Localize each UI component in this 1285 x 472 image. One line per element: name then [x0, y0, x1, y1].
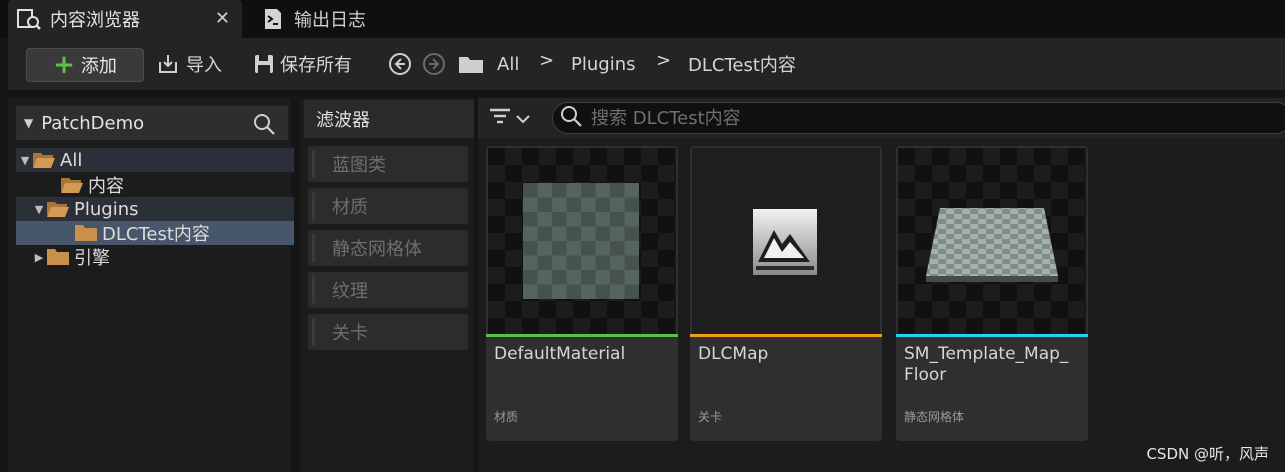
folder-icon	[74, 224, 98, 242]
chevron-down-icon[interactable]: ▼	[32, 203, 46, 216]
tree-item-label: 内容	[88, 176, 124, 197]
material-preview-icon	[523, 183, 639, 299]
asset-name: DLCMap	[698, 344, 769, 364]
filter-panel: 滤波器 蓝图类 材质 静态网格体 纹理 关卡	[300, 98, 474, 472]
asset-type-color-bar	[896, 334, 1088, 337]
add-button[interactable]: + 添加	[26, 48, 144, 82]
tree-item-label: DLCTest内容	[102, 224, 210, 245]
filter-level[interactable]: 关卡	[308, 314, 468, 350]
asset-card-dlcmap[interactable]: DLCMap 关卡	[690, 146, 882, 441]
asset-type-color-bar	[690, 334, 882, 337]
chevron-down-icon[interactable]: ▼	[18, 154, 32, 167]
forward-button[interactable]	[422, 50, 452, 78]
output-log-icon	[260, 6, 286, 32]
tab-bar: 内容浏览器 ✕ 输出日志	[0, 0, 1285, 38]
chevron-down-icon[interactable]: ▼	[24, 116, 33, 130]
asset-view: DefaultMaterial 材质 DLCMap 关卡	[478, 98, 1285, 472]
forward-arrow-icon	[422, 52, 446, 76]
chevron-right-icon[interactable]: ▶	[32, 251, 46, 264]
tree-item-plugins[interactable]: ▼ Plugins	[16, 197, 294, 221]
breadcrumb-all[interactable]: All	[497, 50, 519, 78]
project-name: PatchDemo	[41, 112, 145, 134]
tree-item-engine[interactable]: ▶ 引擎	[16, 245, 294, 269]
tree-item-all[interactable]: ▼ All	[16, 148, 294, 172]
folder-root-button[interactable]	[458, 50, 490, 78]
folder-icon	[458, 54, 484, 74]
save-all-button[interactable]: 保存所有	[254, 50, 352, 78]
tree-item-label: All	[60, 149, 83, 171]
import-label: 导入	[186, 55, 222, 76]
asset-card-default-material[interactable]: DefaultMaterial 材质	[486, 146, 678, 441]
filter-label: 纹理	[332, 281, 368, 302]
asset-card-sm-template-floor[interactable]: SM_Template_Map_ Floor 静态网格体	[896, 146, 1088, 441]
back-arrow-icon	[388, 52, 412, 76]
folder-open-icon	[46, 200, 70, 218]
asset-search-bar	[478, 98, 1285, 138]
chevron-right-icon[interactable]: >	[539, 50, 554, 71]
breadcrumb-plugins[interactable]: Plugins	[571, 50, 635, 78]
asset-thumbnail	[898, 148, 1086, 334]
filter-label: 材质	[332, 197, 368, 218]
filter-material[interactable]: 材质	[308, 188, 468, 224]
asset-search-field[interactable]	[552, 102, 1285, 134]
filter-blueprint[interactable]: 蓝图类	[308, 146, 468, 182]
chevron-right-icon[interactable]: >	[656, 50, 671, 71]
save-all-label: 保存所有	[280, 55, 352, 76]
add-label: 添加	[80, 56, 117, 77]
tree-header[interactable]: ▼ PatchDemo	[16, 106, 288, 140]
asset-name: SM_Template_Map_ Floor	[904, 344, 1069, 385]
filter-static-mesh[interactable]: 静态网格体	[308, 230, 468, 266]
filter-title: 滤波器	[304, 100, 474, 138]
sources-panel: ▼ PatchDemo ▼ All 内容 ▼ Plugins DLCTest内容…	[8, 98, 294, 472]
static-mesh-floor-icon	[922, 204, 1062, 292]
breadcrumb-label: DLCTest内容	[688, 55, 796, 76]
asset-thumbnail	[488, 148, 676, 334]
content-browser-icon	[16, 6, 42, 32]
tree-item-content[interactable]: 内容	[16, 173, 294, 197]
asset-type: 关卡	[698, 410, 723, 424]
asset-type-color-bar	[486, 334, 678, 337]
filter-texture[interactable]: 纹理	[308, 272, 468, 308]
tree-item-label: Plugins	[74, 198, 139, 220]
plus-icon: +	[53, 50, 75, 80]
breadcrumb-label: All	[497, 53, 520, 75]
asset-type: 材质	[494, 410, 519, 424]
filter-label: 蓝图类	[332, 155, 386, 176]
chevron-down-icon	[516, 109, 530, 128]
breadcrumb-label: Plugins	[571, 53, 636, 75]
search-icon	[559, 104, 583, 132]
search-input[interactable]	[591, 107, 1231, 129]
back-button[interactable]	[388, 50, 418, 78]
folder-icon	[46, 248, 70, 266]
filter-toggle-button[interactable]	[488, 106, 530, 130]
asset-thumbnail	[692, 148, 880, 334]
close-icon[interactable]: ✕	[215, 8, 230, 29]
tab-content-browser[interactable]: 内容浏览器 ✕	[8, 0, 242, 38]
search-icon[interactable]	[252, 112, 276, 141]
filter-label: 静态网格体	[332, 239, 422, 260]
tree-item-label: 引擎	[74, 248, 110, 269]
import-icon	[158, 54, 180, 74]
folder-open-icon	[32, 151, 56, 169]
filter-label: 关卡	[332, 323, 368, 344]
save-icon	[254, 54, 274, 74]
asset-name: DefaultMaterial	[494, 344, 626, 364]
breadcrumb-dlctest[interactable]: DLCTest内容	[688, 50, 796, 78]
watermark: CSDN @听，风声	[1146, 445, 1269, 463]
level-map-icon	[752, 208, 818, 280]
filter-icon	[488, 106, 512, 130]
tab-label: 内容浏览器	[50, 10, 140, 31]
toolbar: + 添加 导入 保存所有 All > Plugins > DLCTest内容	[8, 38, 1285, 90]
import-button[interactable]: 导入	[158, 50, 222, 78]
tree-item-dlctest[interactable]: DLCTest内容	[16, 221, 294, 245]
tab-label: 输出日志	[294, 10, 366, 31]
asset-type: 静态网格体	[904, 410, 965, 424]
folder-open-icon	[60, 176, 84, 194]
tab-output-log[interactable]: 输出日志	[252, 0, 412, 38]
